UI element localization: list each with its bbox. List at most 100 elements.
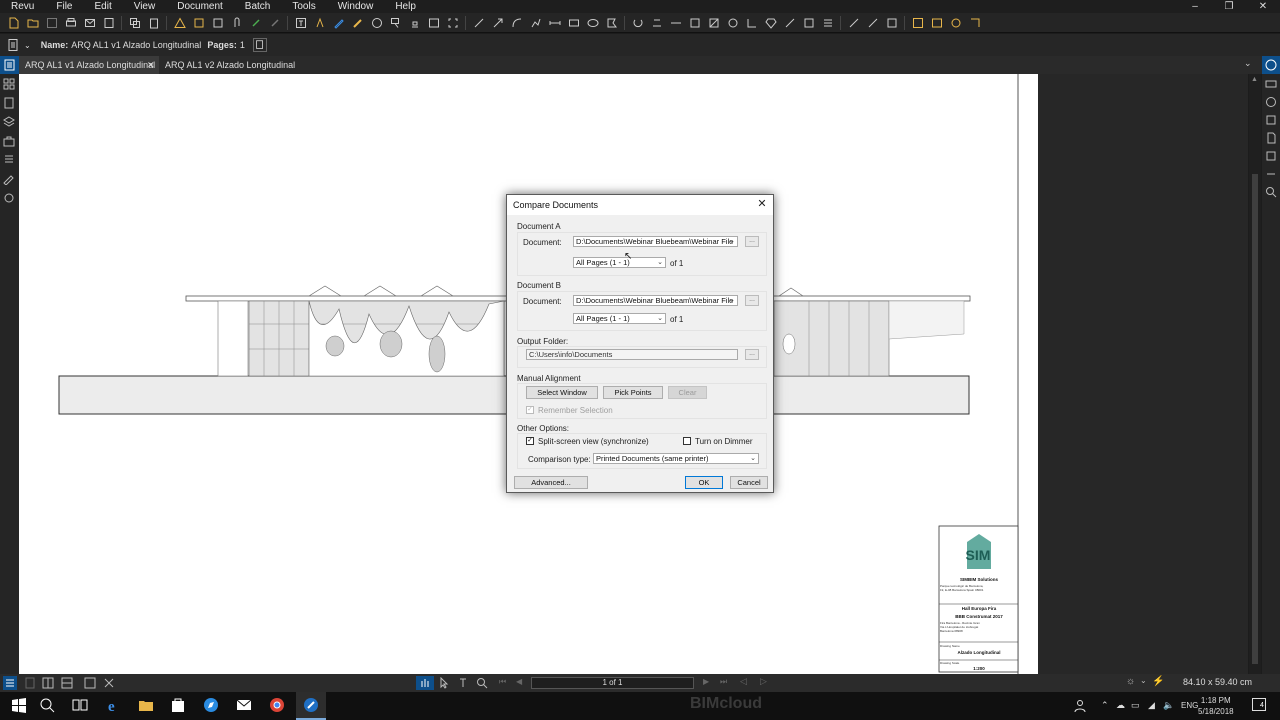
overlay-pages-icon[interactable] bbox=[927, 15, 946, 31]
menu-file[interactable]: File bbox=[45, 0, 83, 13]
menu-document[interactable]: Document bbox=[166, 0, 234, 13]
forward-view-icon[interactable]: ▷ bbox=[760, 676, 767, 687]
menu-help[interactable]: Help bbox=[384, 0, 427, 13]
measure-diameter-icon[interactable] bbox=[723, 15, 742, 31]
action-center-icon[interactable]: 4 bbox=[1252, 698, 1266, 711]
file-access-icon[interactable] bbox=[1265, 132, 1277, 144]
cloud-plus-icon[interactable] bbox=[882, 15, 901, 31]
network-icon[interactable]: ◢ bbox=[1148, 700, 1155, 711]
image-icon[interactable] bbox=[424, 15, 443, 31]
restore-button[interactable]: ❐ bbox=[1212, 0, 1246, 13]
dimension-icon[interactable] bbox=[545, 15, 564, 31]
list-view-icon[interactable] bbox=[3, 676, 17, 690]
cancel-button[interactable]: Cancel bbox=[730, 476, 768, 489]
store-icon[interactable] bbox=[169, 696, 187, 714]
signatures-icon[interactable] bbox=[3, 173, 15, 185]
close-window-button[interactable]: ✕ bbox=[1246, 0, 1280, 13]
ellipse-icon[interactable] bbox=[583, 15, 602, 31]
safari-icon[interactable] bbox=[202, 696, 220, 714]
attach-icon[interactable] bbox=[227, 15, 246, 31]
menu-edit[interactable]: Edit bbox=[83, 0, 122, 13]
pan-tool-icon[interactable] bbox=[416, 676, 434, 690]
single-page-icon[interactable] bbox=[24, 677, 36, 689]
new-document-icon[interactable] bbox=[4, 15, 23, 31]
polyline-icon[interactable] bbox=[526, 15, 545, 31]
menu-batch[interactable]: Batch bbox=[234, 0, 282, 13]
text-box-icon[interactable] bbox=[291, 15, 310, 31]
keyboard-icon[interactable] bbox=[1265, 78, 1277, 90]
email-icon[interactable] bbox=[80, 15, 99, 31]
count-icon[interactable] bbox=[780, 15, 799, 31]
highlighter-icon[interactable] bbox=[265, 15, 284, 31]
stamp-icon[interactable] bbox=[189, 15, 208, 31]
fit-icon[interactable] bbox=[103, 677, 115, 689]
chrome-icon[interactable] bbox=[268, 696, 286, 714]
stamp-tool-icon[interactable] bbox=[405, 15, 424, 31]
menu-revu[interactable]: Revu bbox=[0, 0, 45, 13]
pen-icon[interactable] bbox=[329, 15, 348, 31]
split-vertical-icon[interactable] bbox=[42, 677, 54, 689]
back-view-icon[interactable]: ◁ bbox=[740, 676, 747, 687]
warning-icon[interactable] bbox=[170, 15, 189, 31]
measure-angle-icon[interactable] bbox=[742, 15, 761, 31]
document-b-pages-select[interactable]: All Pages (1 - 1) ⌄ bbox=[573, 313, 666, 324]
arc-icon[interactable] bbox=[507, 15, 526, 31]
brightness-icon[interactable]: ☼ bbox=[1126, 676, 1135, 687]
people-icon[interactable] bbox=[1073, 699, 1087, 713]
page-number-input[interactable]: 1 of 1 bbox=[531, 677, 694, 689]
file-explorer-icon[interactable] bbox=[137, 696, 155, 714]
document-b-select[interactable]: D:\Documents\Webinar Bluebeam\Webinar Fi… bbox=[573, 295, 738, 306]
studio-icon[interactable] bbox=[1262, 56, 1280, 74]
remember-selection-checkbox[interactable]: ✓ bbox=[526, 406, 534, 414]
rotate-icon[interactable] bbox=[628, 15, 647, 31]
menu-window[interactable]: Window bbox=[327, 0, 385, 13]
line-icon[interactable] bbox=[469, 15, 488, 31]
select-window-button[interactable]: Select Window bbox=[526, 386, 598, 399]
markups-edit-icon[interactable] bbox=[1265, 114, 1277, 126]
tray-chevron-icon[interactable]: ⌃ bbox=[1101, 700, 1109, 711]
sketch-icon[interactable] bbox=[844, 15, 863, 31]
tab-arq-al1-v2[interactable]: ARQ AL1 v2 Alzado Longitudinal bbox=[159, 56, 299, 74]
vertical-scrollbar[interactable]: ▲ bbox=[1249, 74, 1261, 674]
copy-icon[interactable] bbox=[125, 15, 144, 31]
zoom-icon[interactable] bbox=[476, 677, 488, 689]
menu-view[interactable]: View bbox=[123, 0, 167, 13]
search-icon[interactable] bbox=[38, 696, 56, 714]
scroll-up-icon[interactable]: ▲ bbox=[1251, 76, 1258, 83]
measure-length-icon[interactable] bbox=[647, 15, 666, 31]
comparison-type-select[interactable]: Printed Documents (same printer) ⌄ bbox=[593, 453, 759, 464]
callout-icon[interactable] bbox=[386, 15, 405, 31]
tool-chest-icon[interactable] bbox=[3, 135, 15, 147]
sync-view-icon[interactable] bbox=[84, 677, 96, 689]
measure-volume-icon[interactable] bbox=[761, 15, 780, 31]
chevron-down-icon[interactable]: ⌄ bbox=[24, 41, 31, 50]
advanced-button[interactable]: Advanced... bbox=[514, 476, 588, 489]
system-clock[interactable]: 1:18 PM 5/18/2018 bbox=[1198, 695, 1234, 717]
ok-button[interactable]: OK bbox=[685, 476, 723, 489]
measure-perimeter-icon[interactable] bbox=[704, 15, 723, 31]
dialog-close-icon[interactable]: ✕ bbox=[755, 197, 769, 211]
thumbnails-icon[interactable] bbox=[3, 78, 15, 90]
document-a-pages-select[interactable]: All Pages (1 - 1) ⌄ bbox=[573, 257, 666, 268]
document-a-select[interactable]: D:\Documents\Webinar Bluebeam\Webinar Fi… bbox=[573, 236, 738, 247]
storage-icon[interactable] bbox=[1265, 150, 1277, 162]
menu-tools[interactable]: Tools bbox=[281, 0, 326, 13]
sync-icon[interactable] bbox=[946, 15, 965, 31]
print-icon[interactable] bbox=[61, 15, 80, 31]
document-icon[interactable] bbox=[6, 38, 20, 52]
minimize-button[interactable]: – bbox=[1178, 0, 1212, 13]
cloud-icon[interactable] bbox=[863, 15, 882, 31]
mail-icon[interactable] bbox=[235, 696, 253, 714]
task-view-icon[interactable] bbox=[71, 696, 89, 714]
dimmer-checkbox[interactable] bbox=[683, 437, 691, 445]
bluebeam-taskbar-item[interactable] bbox=[296, 692, 326, 720]
output-folder-browse-button[interactable]: ... bbox=[745, 349, 759, 360]
edge-browser-icon[interactable]: e bbox=[105, 696, 123, 714]
calibrate-icon[interactable] bbox=[818, 15, 837, 31]
split-screen-checkbox[interactable]: ✓ bbox=[526, 437, 534, 445]
links-icon[interactable] bbox=[1265, 168, 1277, 180]
clear-button[interactable]: Clear bbox=[668, 386, 707, 399]
flatten-icon[interactable] bbox=[208, 15, 227, 31]
markup-list-icon[interactable] bbox=[965, 15, 984, 31]
paste-icon[interactable] bbox=[144, 15, 163, 31]
